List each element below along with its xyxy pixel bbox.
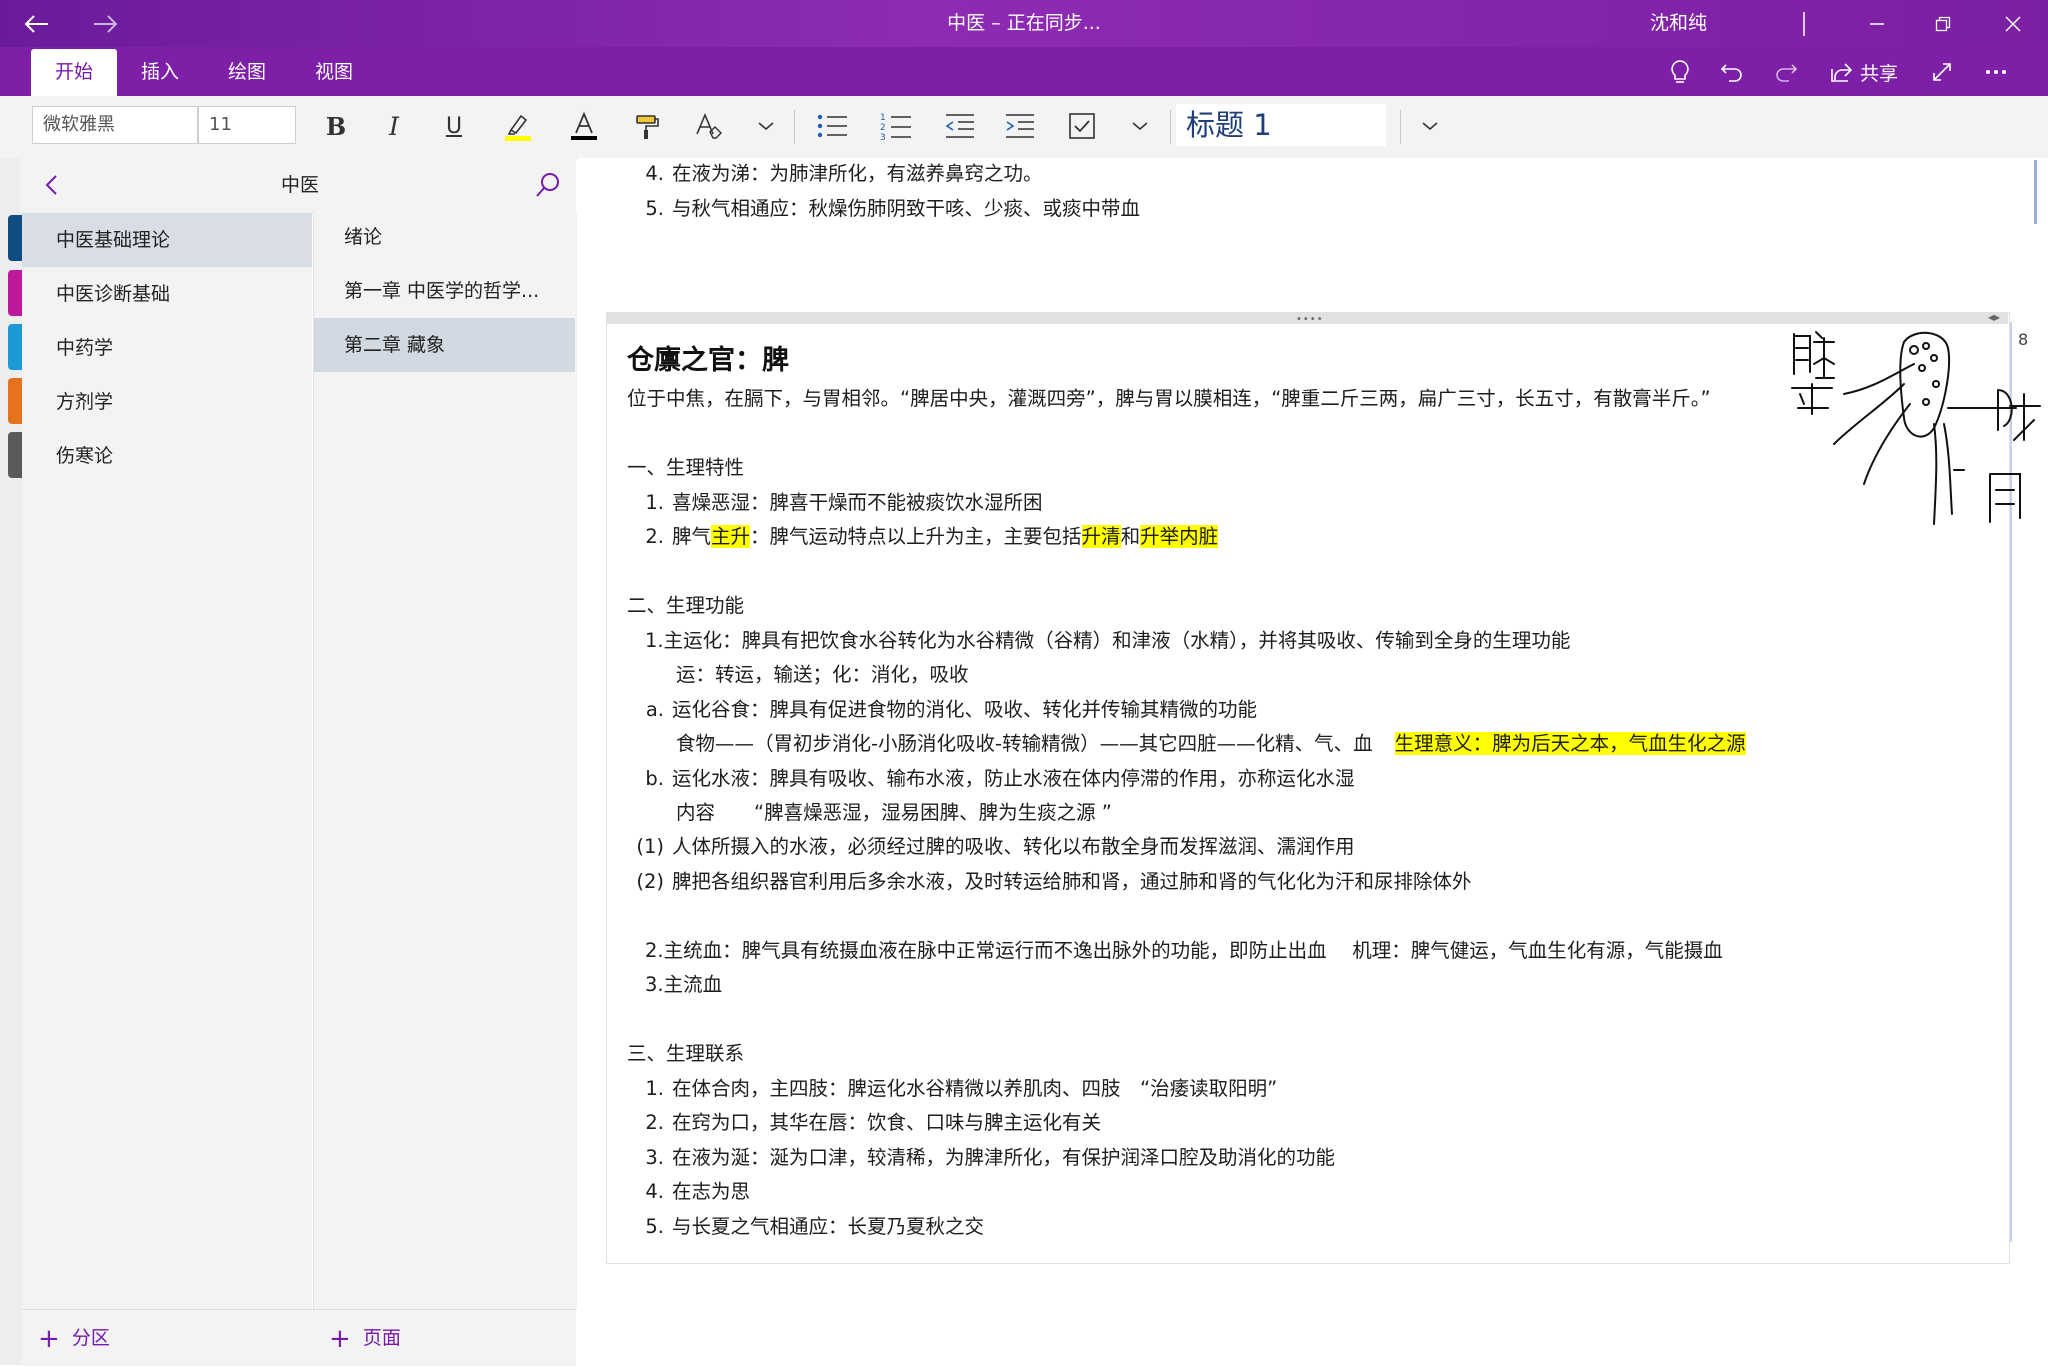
note-line[interactable]: 运：转运，输送；化：消化，吸收 <box>676 658 969 692</box>
underline-icon[interactable]: U <box>434 106 474 146</box>
section-color-tab[interactable] <box>8 378 22 424</box>
titlebar-divider <box>1803 12 1805 36</box>
toolbar-divider <box>1170 110 1171 144</box>
more-options-icon[interactable] <box>1978 54 2014 90</box>
page-list <box>313 212 578 1309</box>
fullscreen-icon[interactable] <box>1924 54 1960 90</box>
toolbar-divider <box>1400 110 1401 144</box>
notebook-title[interactable]: 中医 <box>200 158 400 212</box>
list-item[interactable]: 1. 在体合肉，主四肢：脾运化水谷精微以养肌肉、四肢 “治痿读取阳明” <box>630 1072 1277 1106</box>
ink-drawing[interactable] <box>1784 324 2048 534</box>
bold-icon[interactable]: B <box>316 106 356 146</box>
chevron-down-icon[interactable] <box>1410 106 1450 146</box>
share-label: 共享 <box>1859 62 1898 85</box>
list-item: 4. 在液为涕：为肺津所化，有滋养鼻窍之功。 <box>645 162 1043 185</box>
plus-icon: + <box>38 1323 60 1354</box>
format-painter-icon[interactable] <box>628 106 668 146</box>
add-section-button[interactable]: + 分区 <box>22 1309 313 1366</box>
chevron-down-icon[interactable] <box>1120 106 1160 146</box>
list-item: 5. 与秋气相通应：秋燥伤肺阴致干咳、少痰、或痰中带血 <box>645 197 1141 220</box>
svg-text:2: 2 <box>880 123 886 133</box>
redo-icon[interactable] <box>1768 54 1804 90</box>
forward-arrow-icon[interactable] <box>84 0 128 47</box>
section-color-tab[interactable] <box>8 324 22 370</box>
tab-home[interactable]: 开始 <box>31 49 117 96</box>
note-intro[interactable]: 位于中焦，在膈下，与胃相邻。“脾居中央，灌溉四旁”，脾与胃以膜相连，“脾重二斤三… <box>627 382 1711 416</box>
section-heading[interactable]: 一、生理特性 <box>627 451 744 485</box>
note-line[interactable]: 2.主统血：脾气具有统摄血液在脉中正常运行而不逸出脉外的功能，即防止出血 机理：… <box>645 934 1723 968</box>
note-line[interactable]: 内容 “脾喜燥恶湿，湿易困脾、脾为生痰之源 ” <box>676 796 1112 830</box>
list-item[interactable]: (1) 人体所摄入的水液，必须经过脾的吸收、转化以布散全身而发挥滋润、濡润作用 <box>630 830 1354 864</box>
chevron-down-icon[interactable] <box>746 106 786 146</box>
list-item[interactable]: b. 运化水液：脾具有吸收、输布水液，防止水液在体内停滞的作用，亦称运化水湿 <box>630 762 1354 796</box>
tab-view[interactable]: 视图 <box>300 49 368 96</box>
list-item[interactable]: (2) 脾把各组织器官利用后多余水液，及时转运给肺和肾，通过肺和肾的气化化为汗和尿… <box>630 865 1471 899</box>
tab-insert[interactable]: 插入 <box>126 49 194 96</box>
minimize-button[interactable] <box>1852 0 1902 47</box>
decrease-indent-icon[interactable] <box>940 106 980 146</box>
restore-button[interactable] <box>1918 0 1968 47</box>
section-color-tab[interactable] <box>8 432 22 478</box>
add-section-label: 分区 <box>71 1327 110 1349</box>
page-item-chapter1[interactable]: 第一章 中医学的哲学... <box>314 264 575 318</box>
share-icon <box>1831 63 1853 82</box>
style-selector[interactable]: 标题 1 <box>1176 104 1386 146</box>
list-item[interactable]: 5. 与长夏之气相通应：长夏乃夏秋之交 <box>630 1210 984 1244</box>
section-item-shanghan[interactable]: 伤寒论 <box>22 429 312 483</box>
section-item-zhenduan[interactable]: 中医诊断基础 <box>22 267 312 321</box>
highlight-icon[interactable] <box>498 106 538 146</box>
font-name-box[interactable]: 微软雅黑 <box>32 106 198 144</box>
drag-grip-icon[interactable]: •••• <box>1296 314 1324 325</box>
font-size-box[interactable]: 11 <box>198 106 296 144</box>
share-button[interactable]: 共享 <box>1826 54 1902 90</box>
section-color-tab[interactable] <box>8 270 22 316</box>
plus-icon: + <box>329 1323 351 1354</box>
close-button[interactable] <box>1988 0 2038 47</box>
section-item-fangji[interactable]: 方剂学 <box>22 375 312 429</box>
bullet-list-icon[interactable] <box>812 106 852 146</box>
list-item[interactable]: 4. 在志为思 <box>630 1175 750 1209</box>
document-title: 中医 – 正在同步... <box>947 12 1101 34</box>
numbered-list-icon[interactable]: 123 <box>876 106 916 146</box>
toolbar-divider <box>794 110 795 144</box>
italic-icon[interactable]: I <box>374 106 414 146</box>
clear-format-icon[interactable] <box>688 106 728 146</box>
note-title[interactable]: 仓廪之官：脾 <box>627 338 789 377</box>
collapse-nav-icon[interactable] <box>36 166 66 204</box>
add-page-label: 页面 <box>362 1327 401 1349</box>
user-name[interactable]: 沈和纯 <box>1650 0 1707 47</box>
section-heading[interactable]: 三、生理联系 <box>627 1037 744 1071</box>
resize-arrows-icon[interactable]: ◂▸ <box>1988 310 2000 324</box>
scrollbar-thumb[interactable] <box>2034 160 2037 224</box>
page-item-chapter2[interactable]: 第二章 藏象 <box>314 318 575 372</box>
undo-icon[interactable] <box>1714 54 1750 90</box>
section-color-tab[interactable] <box>8 215 22 261</box>
section-item-zhongyao[interactable]: 中药学 <box>22 321 312 375</box>
list-item[interactable]: 2. 在窍为口，其华在唇：饮食、口味与脾主运化有关 <box>630 1106 1101 1140</box>
add-page-button[interactable]: + 页面 <box>313 1309 576 1366</box>
list-item[interactable]: 1. 喜燥恶湿：脾喜干燥而不能被痰饮水湿所困 <box>630 486 1042 520</box>
increase-indent-icon[interactable] <box>1000 106 1040 146</box>
note-line[interactable]: 食物——（胃初步消化-小肠消化吸收-转输精微）——其它四脏——化精、气、血 生理意… <box>676 727 1746 761</box>
svg-text:3: 3 <box>880 133 886 141</box>
page-item-xulun[interactable]: 绪论 <box>314 210 575 264</box>
tab-draw[interactable]: 绘图 <box>213 49 281 96</box>
back-arrow-icon[interactable] <box>14 0 58 47</box>
font-color-icon[interactable] <box>564 106 604 146</box>
section-item-jichu[interactable]: 中医基础理论 <box>22 213 312 267</box>
list-item[interactable]: 3. 在液为涎：涎为口津，较清稀，为脾津所化，有保护润泽口腔及助消化的功能 <box>630 1141 1335 1175</box>
section-heading[interactable]: 二、生理功能 <box>627 589 744 623</box>
note-line[interactable]: 3.主流血 <box>645 968 722 1002</box>
lightbulb-icon[interactable] <box>1662 54 1698 90</box>
list-item[interactable]: 2. 脾气主升：脾气运动特点以上升为主，主要包括升清和升举内脏 <box>630 520 1219 554</box>
svg-text:1: 1 <box>880 113 886 123</box>
todo-checkbox-icon[interactable] <box>1062 106 1102 146</box>
search-icon[interactable] <box>530 166 566 204</box>
list-item[interactable]: a. 运化谷食：脾具有促进食物的消化、吸收、转化并传输其精微的功能 <box>630 693 1257 727</box>
note-line[interactable]: 1.主运化：脾具有把饮食水谷转化为水谷精微（谷精）和津液（水精），并将其吸收、传… <box>645 624 1570 658</box>
highlighted-text: 生理意义：脾为后天之本，气血生化之源 <box>1394 732 1746 755</box>
